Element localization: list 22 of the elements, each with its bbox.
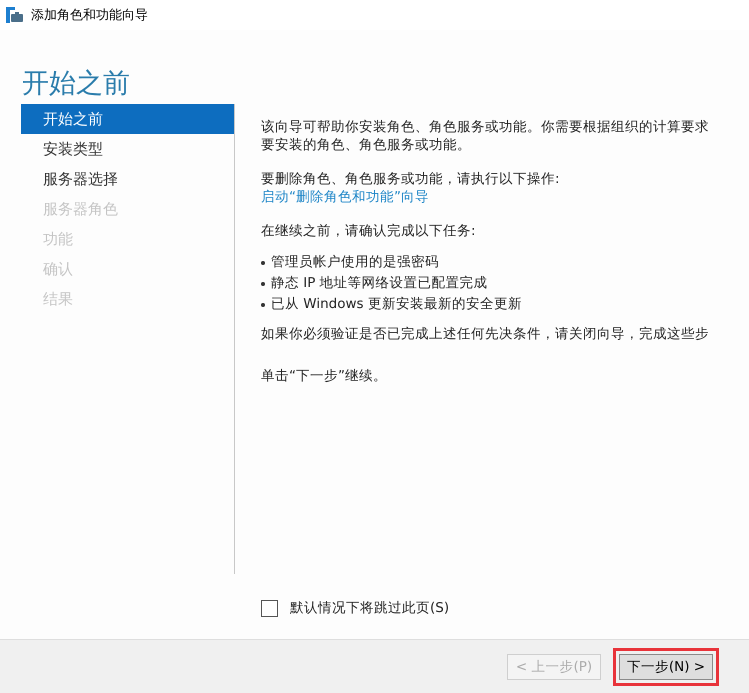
verify-text: 如果你必须验证是否已完成上述任何先决条件，请关闭向导，完成这些步 <box>261 325 710 343</box>
remove-text: 要删除角色、角色服务或功能，请执行以下操作: <box>261 170 561 188</box>
page-heading: 开始之前 <box>21 67 131 101</box>
bullet-icon <box>261 302 265 306</box>
task-item: 管理员帐户使用的是强密码 <box>271 253 439 272</box>
task-item: 已从 Windows 更新安装最新的安全更新 <box>271 295 522 314</box>
intro-text: 要安装的角色、角色服务或功能。 <box>261 136 472 154</box>
skip-checkbox-label: 默认情况下将跳过此页(S) <box>290 599 450 617</box>
task-item: 静态 IP 地址等网络设置已配置完成 <box>271 274 488 293</box>
bullet-icon <box>261 282 265 286</box>
tasks-intro: 在继续之前，请确认完成以下任务: <box>261 222 477 240</box>
intro-text: 该向导可帮助你安装角色、角色服务或功能。你需要根据组织的计算要求 <box>261 118 710 136</box>
skip-checkbox[interactable] <box>261 600 278 616</box>
sidebar-item[interactable]: 服务器选择 <box>21 164 234 194</box>
window-title: 添加角色和功能向导 <box>31 7 148 24</box>
sidebar-item[interactable]: 安装类型 <box>21 134 234 164</box>
continue-text: 单击“下一步”继续。 <box>261 367 388 385</box>
server-manager-icon <box>6 7 23 23</box>
remove-wizard-link[interactable]: 启动“删除角色和功能”向导 <box>261 188 749 206</box>
next-button[interactable]: 下一步(N) > <box>619 654 713 680</box>
bullet-icon <box>261 260 265 264</box>
sidebar-item[interactable]: 开始之前 <box>21 104 234 134</box>
